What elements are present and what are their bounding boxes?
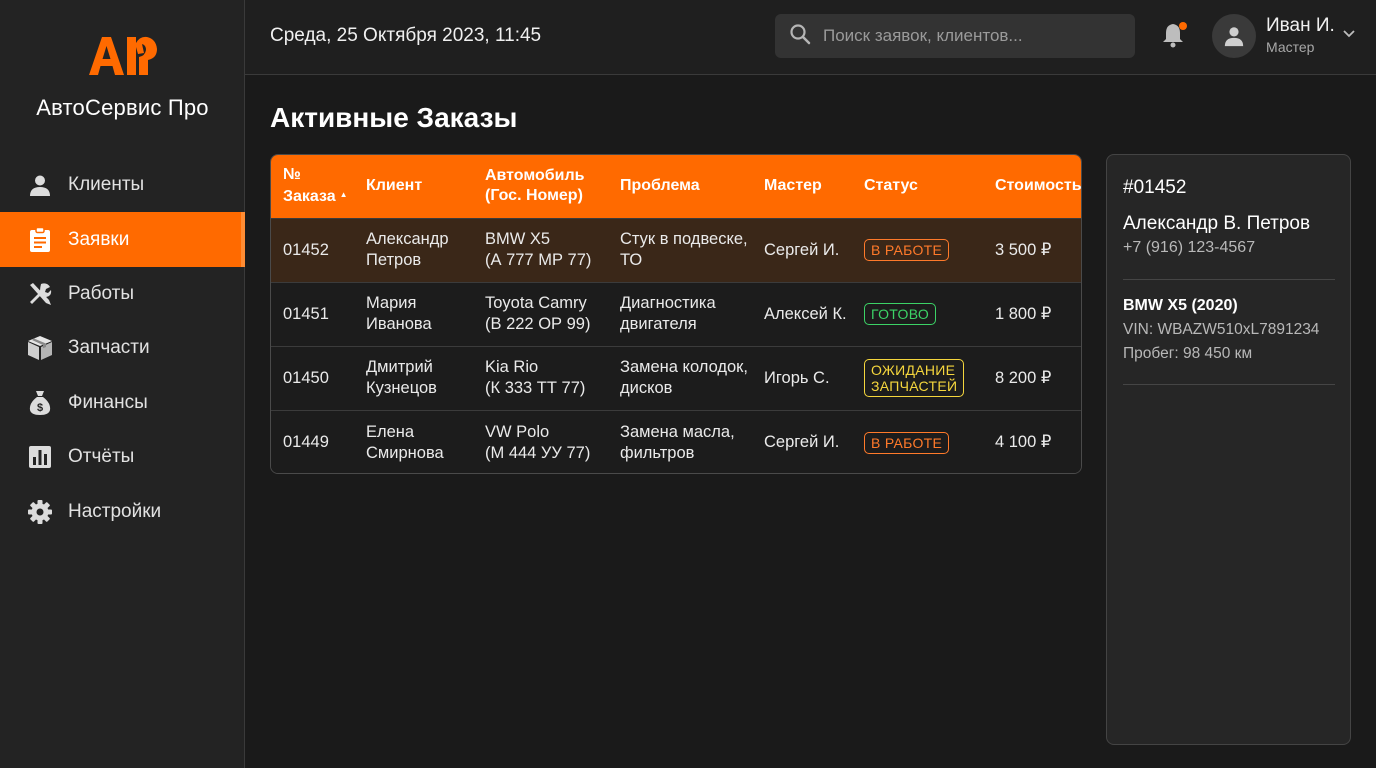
car-info: VW Polo (М 444 УУ 77) — [485, 422, 591, 462]
status-badge: В РАБОТЕ — [864, 431, 950, 454]
sidebar-item-requests[interactable]: Заявки — [0, 212, 245, 268]
search-input[interactable] — [823, 26, 1113, 46]
chevron-down-icon — [1343, 25, 1355, 43]
tools-icon — [26, 280, 54, 308]
client-name: Александр Петров — [366, 230, 449, 270]
gear-icon — [26, 498, 54, 526]
brand-logo[interactable] — [0, 30, 245, 80]
person-icon — [26, 171, 54, 199]
sidebar: АвтоСервис Про Клиенты Заявки Работы Зап… — [0, 0, 245, 768]
sidebar-item-parts[interactable]: Запчасти — [0, 321, 245, 375]
sidebar-item-reports[interactable]: Отчёты — [0, 430, 245, 484]
cost: 1 800 ₽ — [995, 304, 1052, 323]
column-header-client[interactable]: Клиент — [354, 155, 473, 218]
status-badge: В РАБОТЕ — [864, 239, 950, 262]
order-id: 01451 — [283, 304, 329, 323]
avatar — [1212, 14, 1256, 58]
user-name: Иван И. — [1266, 15, 1335, 37]
orders-table: № Заказа ▲ Клиент Автомобиль (Гос. Номер) П… — [270, 154, 1082, 474]
search-box[interactable] — [775, 14, 1135, 58]
client-name: Мария Иванова — [366, 294, 432, 334]
table-row[interactable]: 01451 Мария Иванова Toyota Camry (В 222 ОР… — [271, 282, 1081, 347]
detail-phone[interactable]: +7 (916) 123-4567 — [1123, 239, 1255, 257]
problem: Стук в подвеске, ТО — [620, 230, 748, 270]
detail-mileage: Пробег: 98 450 км — [1123, 345, 1253, 362]
user-icon — [1224, 27, 1244, 47]
order-detail-panel: #01452 Александр В. Петров +7 (916) 123-… — [1106, 154, 1351, 745]
detail-order-id: #01452 — [1123, 177, 1187, 198]
page-title: Активные Заказы — [270, 102, 518, 133]
notifications-button[interactable] — [1161, 22, 1187, 50]
sidebar-item-label: Запчасти — [68, 337, 150, 359]
master: Сергей И. — [764, 240, 840, 259]
current-datetime: Среда, 25 Октября 2023, 11:45 — [270, 25, 542, 46]
app-root: АвтоСервис Про Клиенты Заявки Работы Зап… — [0, 0, 1376, 768]
sidebar-item-clients[interactable]: Клиенты — [0, 158, 245, 212]
master: Сергей И. — [764, 433, 840, 452]
master: Игорь С. — [764, 368, 830, 387]
sidebar-item-finance[interactable]: $ Финансы — [0, 376, 245, 430]
user-menu[interactable]: Иван И. Мастер — [1212, 13, 1355, 59]
car-info: Toyota Camry (В 222 ОР 99) — [485, 294, 591, 334]
status-badge: ГОТОВО — [864, 303, 937, 326]
detail-car: BMW X5 (2020) — [1123, 297, 1238, 314]
box-icon — [26, 334, 54, 362]
divider — [1123, 279, 1335, 280]
problem: Диагностика двигателя — [620, 294, 716, 334]
table-row[interactable]: 01449 Елена Смирнова VW Polo (М 444 УУ 77)… — [271, 410, 1081, 473]
column-header-master[interactable]: Мастер — [752, 155, 852, 218]
logo-icon — [88, 36, 157, 75]
sidebar-item-label: Заявки — [68, 228, 130, 250]
table-row[interactable]: 01452 Александр Петров BMW X5 (А 777 МР 77… — [271, 218, 1081, 283]
topbar: Среда, 25 Октября 2023, 11:45 Иван И. Ма… — [245, 0, 1376, 75]
client-name: Дмитрий Кузнецов — [366, 358, 437, 398]
sort-asc-icon: ▲ — [339, 190, 348, 200]
column-header-id[interactable]: № Заказа ▲ — [271, 155, 354, 218]
order-id: 01449 — [283, 433, 329, 452]
svg-text:$: $ — [37, 402, 43, 414]
detail-vin: VIN: WBAZW510xL7891234 — [1123, 321, 1320, 338]
problem: Замена колодок, дисков — [620, 358, 748, 398]
user-role: Мастер — [1266, 39, 1315, 56]
sidebar-item-works[interactable]: Работы — [0, 267, 245, 321]
car-info: BMW X5 (А 777 МР 77) — [485, 230, 592, 270]
column-header-cost[interactable]: Стоимость — [983, 155, 1081, 218]
cost: 4 100 ₽ — [995, 433, 1052, 452]
cost: 8 200 ₽ — [995, 368, 1052, 387]
order-id: 01452 — [283, 240, 329, 259]
sidebar-item-label: Клиенты — [68, 174, 145, 196]
brand-name: АвтоСервис Про — [36, 95, 209, 120]
status-badge: ОЖИДАНИЕ ЗАПЧАСТЕЙ — [864, 359, 965, 398]
order-id: 01450 — [283, 368, 329, 387]
sidebar-item-label: Работы — [68, 282, 134, 304]
money-bag-icon: $ — [26, 389, 54, 417]
column-header-status[interactable]: Статус — [852, 155, 983, 218]
column-header-problem[interactable]: Проблема — [608, 155, 752, 218]
sidebar-item-settings[interactable]: Настройки — [0, 484, 245, 538]
notification-dot — [1179, 22, 1187, 30]
car-info: Kia Rio (К 333 ТТ 77) — [485, 358, 586, 398]
sidebar-nav: Клиенты Заявки Работы Запчасти $ Финансы… — [0, 158, 245, 539]
table-row[interactable]: 01450 Дмитрий Кузнецов Kia Rio (К 333 ТТ 7… — [271, 346, 1081, 411]
search-icon — [789, 23, 811, 50]
sidebar-item-label: Финансы — [68, 391, 148, 413]
table-header-row: № Заказа ▲ Клиент Автомобиль (Гос. Номер) П… — [271, 155, 1081, 218]
client-name: Елена Смирнова — [366, 422, 444, 462]
detail-client-name: Александр В. Петров — [1123, 213, 1311, 234]
clipboard-icon — [26, 226, 54, 254]
cost: 3 500 ₽ — [995, 240, 1052, 259]
sidebar-item-label: Отчёты — [68, 446, 135, 468]
bar-chart-icon — [26, 443, 54, 471]
divider — [1123, 384, 1335, 385]
problem: Замена масла, фильтров — [620, 422, 735, 462]
master: Алексей К. — [764, 304, 847, 323]
sidebar-item-label: Настройки — [68, 500, 162, 522]
column-header-car[interactable]: Автомобиль (Гос. Номер) — [473, 155, 608, 218]
